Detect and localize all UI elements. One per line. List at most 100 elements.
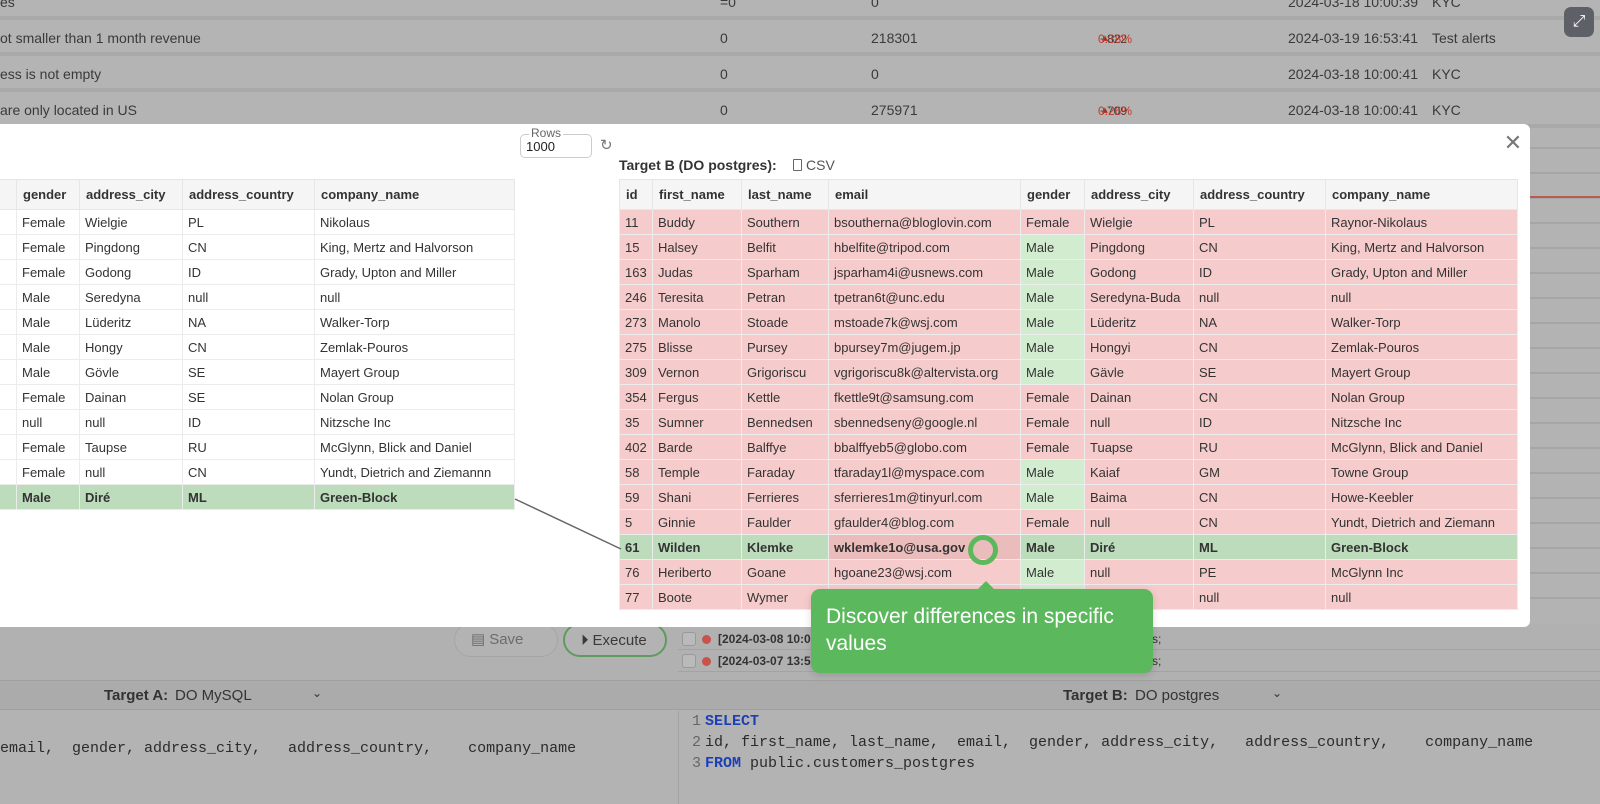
- table-row[interactable]: Female Dainan SE Nolan Group: [0, 384, 515, 410]
- cell: Sparham: [741, 259, 829, 285]
- table-row[interactable]: Male Seredyna null null: [0, 284, 515, 310]
- table-row[interactable]: 35 Sumner Bennedsen sbennedseny@google.nl Fe…: [619, 409, 1518, 435]
- target-b-label: Target B:: [1063, 687, 1128, 704]
- save-icon: ▤: [471, 631, 486, 648]
- cell: Female: [16, 234, 80, 260]
- cell: Grady, Upton and Miller: [314, 259, 515, 285]
- cell: 354: [619, 384, 653, 410]
- table-row[interactable]: null null ID Nitzsche Inc: [0, 409, 515, 435]
- cell: 58: [619, 459, 653, 485]
- table-row[interactable]: 15 Halsey Belfit hbelfite@tripod.com Male Pin…: [619, 234, 1518, 260]
- cell: [0, 234, 17, 260]
- cell: Howe-Keebler: [1325, 484, 1518, 510]
- cell: Hongy: [79, 334, 183, 360]
- log-checkbox[interactable]: [682, 654, 696, 668]
- sql-keyword: FROM: [705, 755, 742, 772]
- cell: Faulder: [741, 509, 829, 535]
- rows-field[interactable]: Rows: [520, 126, 592, 158]
- table-row[interactable]: 5 Ginnie Faulder gfaulder4@blog.com Female nu…: [619, 509, 1518, 535]
- table-row[interactable]: 163 Judas Sparham jsparham4i@usnews.com Male…: [619, 259, 1518, 285]
- cell: null: [1193, 584, 1326, 610]
- cell: Female: [1020, 384, 1085, 410]
- onboarding-tooltip: Discover differences in specific values: [811, 581, 1153, 673]
- cell: 402: [619, 434, 653, 460]
- table-row[interactable]: 273 Manolo Stoade mstoade7k@wsj.com Male Lüde…: [619, 309, 1518, 335]
- cell: McGlynn, Blick and Daniel: [1325, 434, 1518, 460]
- cell: [0, 434, 17, 460]
- save-button[interactable]: ▤ Save: [454, 623, 558, 657]
- table-row[interactable]: 76 Heriberto Goane hgoane23@wsj.com Male null…: [619, 559, 1518, 585]
- table-row[interactable]: Male Gövle SE Mayert Group: [0, 359, 515, 385]
- cell: King, Mertz and Halvorson: [1325, 234, 1518, 260]
- cell: Boote: [652, 584, 742, 610]
- rule-timestamp: 2024-03-19 16:53:41: [1288, 30, 1418, 46]
- cell: Belfit: [741, 234, 829, 260]
- expand-icon[interactable]: ⤢: [1564, 7, 1594, 37]
- cell: Bennedsen: [741, 409, 829, 435]
- table-row[interactable]: Male Lüderitz NA Walker-Torp: [0, 309, 515, 335]
- rule-row[interactable]: es =0 0 2024-03-18 10:00:39 KYC: [0, 0, 1600, 20]
- cell: PE: [1193, 559, 1326, 585]
- cell: bbalffyeb5@globo.com: [828, 434, 1021, 460]
- table-row[interactable]: 275 Blisse Pursey bpursey7m@jugem.jp Male Hon…: [619, 334, 1518, 360]
- cell: PL: [1193, 209, 1326, 235]
- cell: Walker-Torp: [314, 309, 515, 335]
- table-row[interactable]: 59 Shani Ferrieres sferrieres1m@tinyurl.com…: [619, 484, 1518, 510]
- cell: Lüderitz: [79, 309, 183, 335]
- cell: sbennedseny@google.nl: [828, 409, 1021, 435]
- table-row[interactable]: 61 Wilden Klemke wklemke1o@usa.gov Male Diré M…: [619, 534, 1518, 560]
- cell: Male: [16, 484, 80, 510]
- cell: Diré: [1084, 534, 1194, 560]
- cell: PL: [182, 209, 315, 235]
- close-icon[interactable]: ✕: [1502, 132, 1524, 154]
- rule-row[interactable]: ess is not empty 0 0 2024-03-18 10:00:41 KYC: [0, 56, 1600, 92]
- cell: Temple: [652, 459, 742, 485]
- cell: Mayert Group: [1325, 359, 1518, 385]
- table-row[interactable]: Female Taupse RU McGlynn, Blick and Daniel: [0, 434, 515, 460]
- rule-threshold: 0: [720, 30, 728, 46]
- target-a-label: Target A:: [104, 687, 169, 704]
- cell: Seredyna: [79, 284, 183, 310]
- rule-row[interactable]: ot smaller than 1 month revenue 0 218301 ▲ …: [0, 20, 1600, 56]
- cell: Towne Group: [1325, 459, 1518, 485]
- status-dot-icon: [702, 635, 711, 644]
- status-dot-icon: [702, 657, 711, 666]
- table-row[interactable]: Female Pingdong CN King, Mertz and Halvorso…: [0, 234, 515, 260]
- table-row[interactable]: 246 Teresita Petran tpetran6t@unc.edu Male Se…: [619, 284, 1518, 310]
- table-row[interactable]: Male Hongy CN Zemlak-Pouros: [0, 334, 515, 360]
- cell: Diré: [79, 484, 183, 510]
- sql-editor-b[interactable]: 1 SELECT 2 id, first_name, last_name, email…: [678, 711, 1600, 804]
- rule-name: ess is not empty: [0, 66, 102, 82]
- refresh-icon[interactable]: ↻: [600, 136, 613, 154]
- column-header: gender: [1020, 179, 1085, 210]
- rule-value: 218301: [871, 30, 918, 46]
- cell: Female: [16, 434, 80, 460]
- target-b-table: id first_name last_name email gender address_…: [619, 179, 1518, 610]
- cell: Gävle: [1084, 359, 1194, 385]
- table-row[interactable]: 309 Vernon Grigoriscu vgrigoriscu8k@altervi…: [619, 359, 1518, 385]
- cell: Grady, Upton and Miller: [1325, 259, 1518, 285]
- table-row[interactable]: 11 Buddy Southern bsoutherna@bloglovin.com F…: [619, 209, 1518, 235]
- cell: Balffye: [741, 434, 829, 460]
- cell: 309: [619, 359, 653, 385]
- target-a-table: gender address_city address_country company…: [0, 179, 515, 510]
- rule-row[interactable]: are only located in US 0 275971 ▲ +709 0.26%…: [0, 92, 1600, 128]
- chevron-down-icon[interactable]: ⌄: [312, 686, 322, 700]
- chevron-down-icon[interactable]: ⌄: [1272, 686, 1282, 700]
- csv-download-link[interactable]: CSV: [793, 157, 835, 173]
- table-row[interactable]: Female null CN Yundt, Dietrich and Ziemannn: [0, 459, 515, 485]
- table-row[interactable]: 58 Temple Faraday tfaraday1l@myspace.com Mal…: [619, 459, 1518, 485]
- target-a-select[interactable]: DO MySQL: [175, 687, 252, 704]
- table-row[interactable]: 354 Fergus Kettle fkettle9t@samsung.com Fema…: [619, 384, 1518, 410]
- sql-editor-a[interactable]: email, gender, address_city, address_cou…: [0, 711, 678, 804]
- rows-input[interactable]: [526, 139, 586, 154]
- table-row[interactable]: 402 Barde Balffye bbalffyeb5@globo.com Femal…: [619, 434, 1518, 460]
- table-row[interactable]: Female Godong ID Grady, Upton and Miller: [0, 259, 515, 285]
- column-header: address_city: [1084, 179, 1194, 210]
- log-checkbox[interactable]: [682, 632, 696, 646]
- execute-button[interactable]: ⏵ Execute: [563, 623, 667, 657]
- table-row[interactable]: Female Wielgie PL Nikolaus: [0, 209, 515, 235]
- target-b-select[interactable]: DO postgres: [1135, 687, 1219, 704]
- table-row[interactable]: Male Diré ML Green-Block: [0, 484, 515, 510]
- cell: Pingdong: [1084, 234, 1194, 260]
